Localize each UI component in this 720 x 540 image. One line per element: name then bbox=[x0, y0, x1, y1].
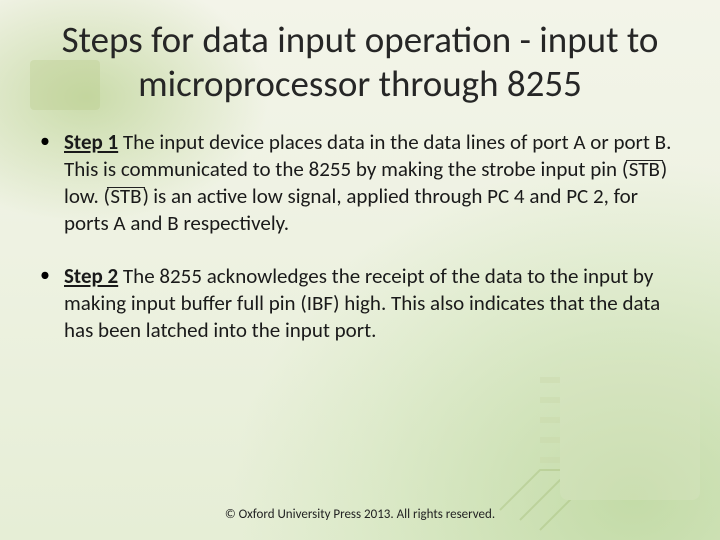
step-2-label: Step 2 bbox=[64, 263, 118, 289]
bullet-step-1: Step 1 The input device places data in t… bbox=[34, 129, 686, 237]
slide-body: Step 1 The input device places data in t… bbox=[0, 111, 720, 343]
step-1-text-c: is an active low signal, applied through… bbox=[64, 183, 638, 236]
copyright-footer: © Oxford University Press 2013. All righ… bbox=[0, 507, 720, 522]
step-1-text-a: The input device places data in the data… bbox=[64, 129, 671, 182]
bullet-step-2: Step 2 The 8255 acknowledges the receipt… bbox=[34, 263, 686, 344]
step-2-text: The 8255 acknowledges the receipt of the… bbox=[64, 263, 660, 343]
stb-signal-2: STB bbox=[109, 183, 142, 210]
stb-signal-1: STB bbox=[628, 156, 661, 183]
step-1-text-b: low. bbox=[64, 183, 104, 209]
step-1-label: Step 1 bbox=[64, 129, 118, 155]
slide-title: Steps for data input operation - input t… bbox=[28, 18, 692, 105]
